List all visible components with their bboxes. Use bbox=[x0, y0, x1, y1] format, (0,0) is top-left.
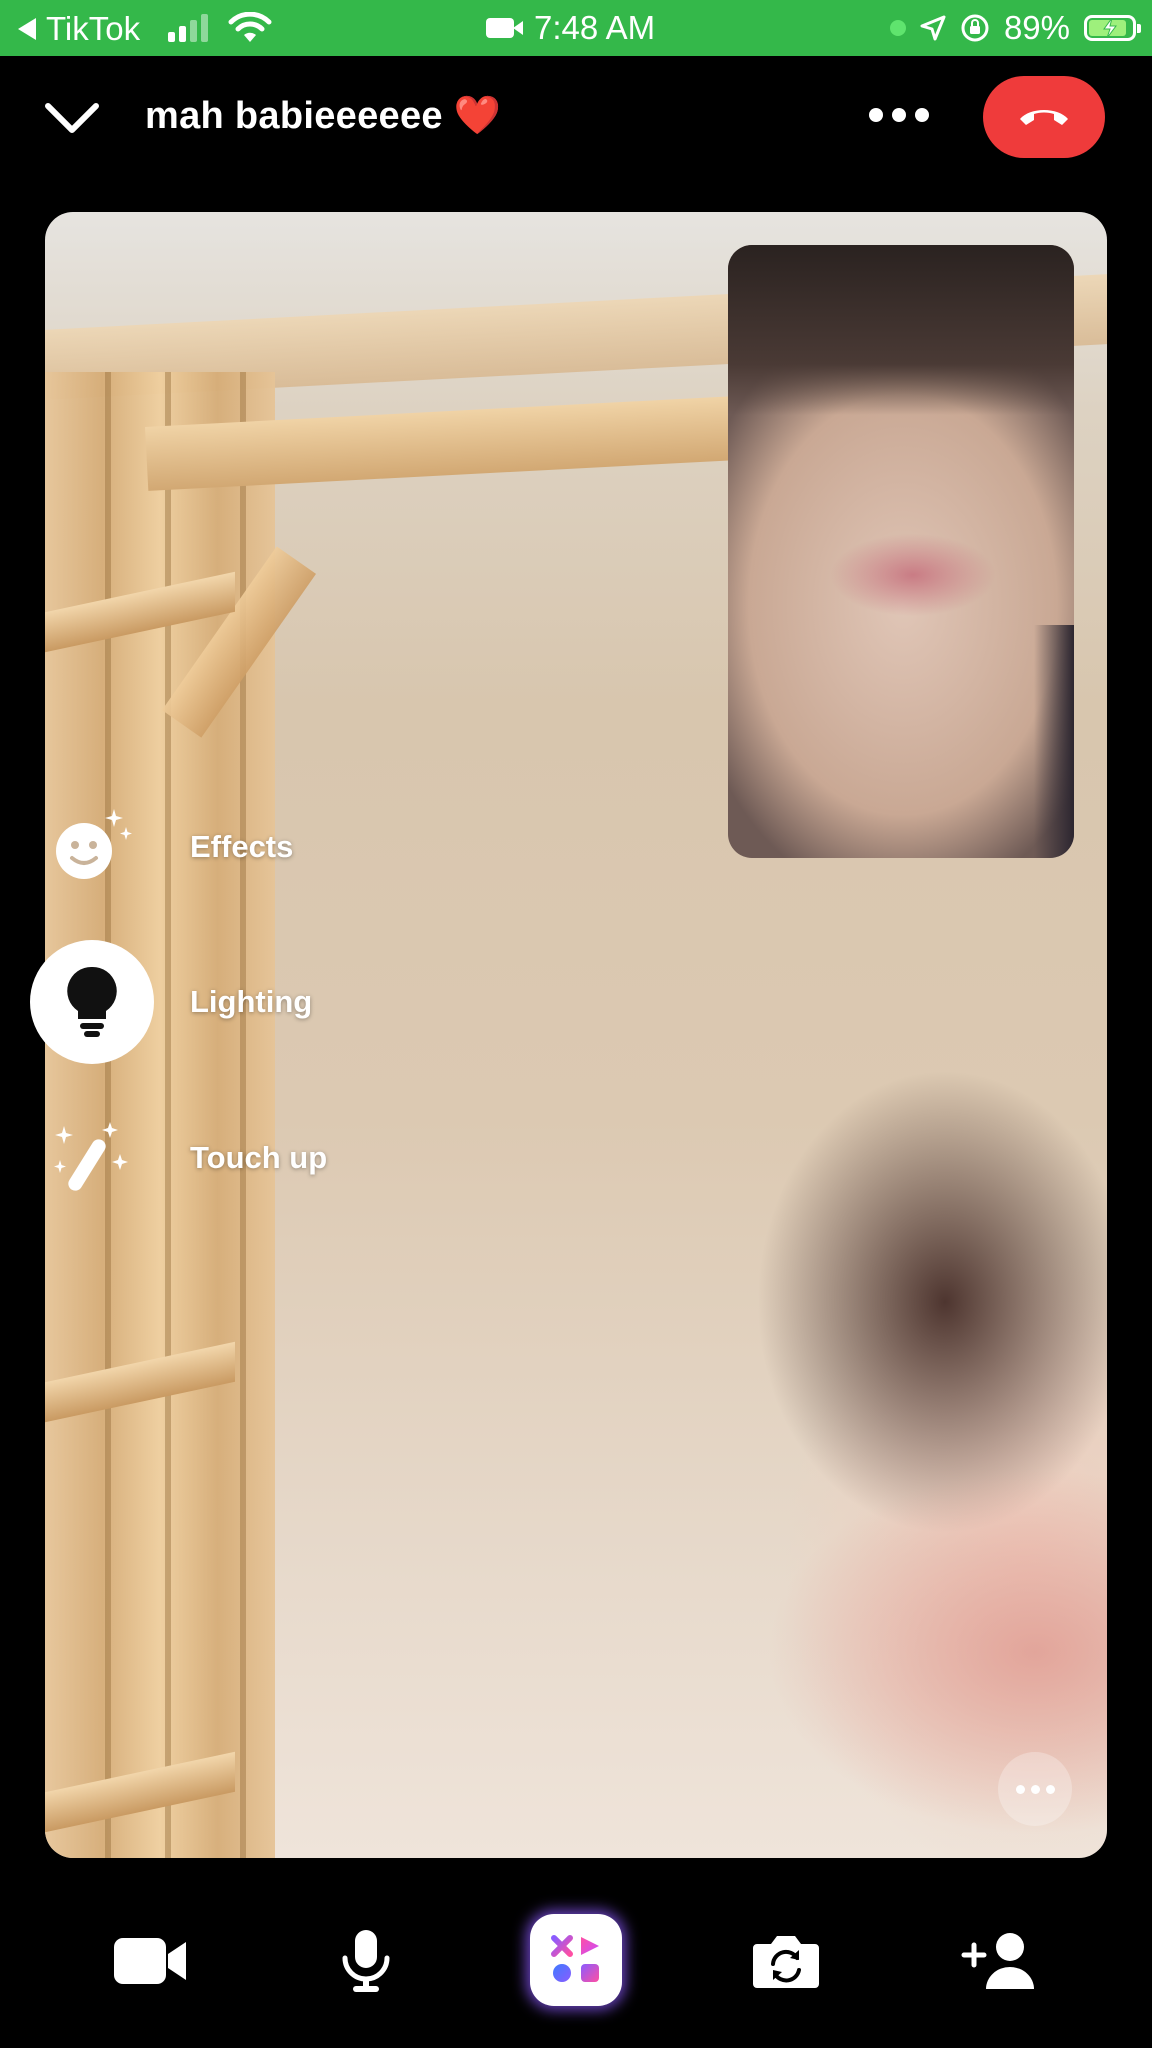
status-center: 7:48 AM bbox=[486, 9, 655, 47]
touch-up-option[interactable]: Touch up bbox=[30, 1096, 327, 1220]
battery-percent: 89% bbox=[1003, 9, 1070, 46]
active-indicator-icon bbox=[889, 20, 906, 36]
magic-wand-icon bbox=[30, 1096, 154, 1220]
status-right: 89% bbox=[889, 9, 1141, 47]
add-person-icon bbox=[961, 1933, 1034, 1989]
back-app-label: TikTok bbox=[46, 10, 141, 47]
video-camera-icon bbox=[114, 1938, 186, 1984]
location-icon bbox=[920, 15, 946, 41]
lighting-option[interactable]: Lighting bbox=[30, 940, 312, 1064]
status-bar: TikTok 7:48 AM 89% bbox=[0, 0, 1152, 56]
clock: 7:48 AM bbox=[534, 9, 656, 46]
apps-grid-icon bbox=[551, 1935, 599, 1982]
video-indicator-icon bbox=[486, 18, 523, 38]
orientation-lock-icon bbox=[961, 14, 989, 42]
more-horizontal-icon bbox=[1015, 1784, 1025, 1794]
lighting-label: Lighting bbox=[190, 984, 313, 1019]
battery-charging-icon bbox=[1084, 15, 1141, 41]
microphone-toggle-button[interactable] bbox=[318, 1913, 414, 2009]
effects-label: Effects bbox=[190, 829, 294, 864]
smiley-sparkle-icon bbox=[30, 785, 154, 909]
hang-up-icon bbox=[1020, 110, 1068, 125]
camera-toggle-button[interactable] bbox=[102, 1913, 198, 2009]
more-horizontal-icon bbox=[869, 108, 883, 122]
end-call-button[interactable] bbox=[983, 76, 1105, 158]
call-title: mah babieeeeee ❤️ bbox=[145, 95, 502, 137]
back-arrow-icon bbox=[18, 18, 36, 40]
more-options-button[interactable] bbox=[869, 108, 929, 122]
wifi-icon bbox=[228, 12, 272, 42]
touch-up-label: Touch up bbox=[190, 1140, 328, 1175]
add-person-button[interactable] bbox=[952, 1913, 1048, 2009]
video-more-button[interactable] bbox=[998, 1752, 1072, 1826]
flip-camera-button[interactable] bbox=[738, 1913, 834, 2009]
microphone-icon bbox=[342, 1930, 390, 1992]
flip-camera-icon bbox=[753, 1936, 819, 1988]
signal-icon bbox=[168, 14, 208, 42]
back-to-app[interactable]: TikTok bbox=[18, 10, 140, 48]
effects-option[interactable]: Effects bbox=[30, 785, 293, 909]
chevron-down-icon[interactable] bbox=[44, 98, 100, 138]
lightbulb-icon bbox=[30, 940, 154, 1064]
self-view-video[interactable] bbox=[728, 245, 1074, 858]
apps-button[interactable] bbox=[530, 1914, 622, 2006]
